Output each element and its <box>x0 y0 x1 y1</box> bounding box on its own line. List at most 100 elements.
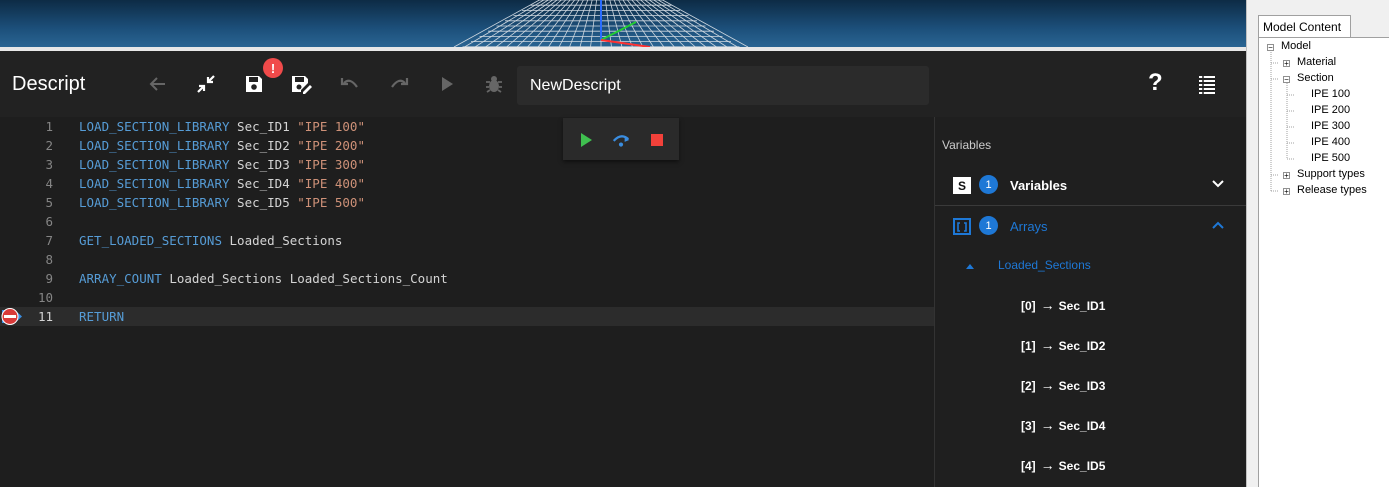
array-index: [1] <box>1021 339 1036 353</box>
arrow-right-icon: → <box>1040 377 1055 393</box>
keyword: LOAD_SECTION_LIBRARY <box>79 157 230 172</box>
tree-item-support-types[interactable]: Support types <box>1297 168 1365 180</box>
identifier: Sec_ID3 <box>229 157 298 172</box>
app-title: Descript <box>12 73 86 95</box>
model-tree: − Model + Material − Section IPE 100 IPE… <box>1258 37 1389 487</box>
code-line[interactable]: 10 <box>0 288 934 307</box>
identifier: Loaded_Sections <box>222 233 343 248</box>
string-literal: "IPE 300" <box>297 157 365 172</box>
tree-item-ipe400[interactable]: IPE 400 <box>1311 136 1350 148</box>
save-button[interactable] <box>241 71 267 97</box>
array-index: [0] <box>1021 299 1036 313</box>
tab-model-content[interactable]: Model Content <box>1258 15 1351 37</box>
3d-viewport[interactable] <box>0 0 1246 47</box>
array-index: [4] <box>1021 459 1036 473</box>
keyword: LOAD_SECTION_LIBRARY <box>79 119 230 134</box>
code-line[interactable]: 8 <box>0 250 934 269</box>
step-over-button[interactable] <box>611 130 631 150</box>
expand-toggle[interactable]: + <box>1283 172 1290 180</box>
list-icon <box>1199 76 1215 94</box>
line-number[interactable]: 2 <box>0 136 53 155</box>
line-number[interactable]: 5 <box>0 193 53 212</box>
debug-button[interactable] <box>481 71 507 97</box>
line-number[interactable]: 10 <box>0 288 53 307</box>
continue-button[interactable] <box>576 130 596 150</box>
code-line[interactable]: 7 GET_LOADED_SECTIONS Loaded_Sections <box>0 231 934 250</box>
line-number[interactable]: 6 <box>0 212 53 231</box>
panel-title: Variables <box>942 138 992 152</box>
variables-section-label: Variables <box>1010 178 1068 193</box>
code-editor[interactable]: 1 LOAD_SECTION_LIBRARY Sec_ID1 "IPE 100" 2… <box>0 117 934 487</box>
line-number[interactable]: 9 <box>0 269 53 288</box>
array-item[interactable]: [4] → Sec_ID5 <box>1021 457 1105 473</box>
collapse-toggle[interactable]: − <box>1267 44 1274 52</box>
array-node-loaded-sections[interactable]: Loaded_Sections <box>965 257 1215 275</box>
tree-item-model[interactable]: Model <box>1281 40 1311 52</box>
code-text: LOAD_SECTION_LIBRARY Sec_ID1 "IPE 100" <box>79 117 365 136</box>
arrays-section-header[interactable]: 1 Arrays <box>935 206 1246 246</box>
code-text: LOAD_SECTION_LIBRARY Sec_ID4 "IPE 400" <box>79 174 365 193</box>
stop-button[interactable] <box>647 130 667 150</box>
array-brackets-icon <box>953 218 971 235</box>
save-edit-icon <box>292 76 312 94</box>
collapse-toggle[interactable]: − <box>1283 76 1290 84</box>
x-axis <box>600 39 651 47</box>
code-line[interactable]: 1 LOAD_SECTION_LIBRARY Sec_ID1 "IPE 100" <box>0 117 934 136</box>
code-line[interactable]: 11 RETURN <box>0 307 934 326</box>
line-number[interactable]: 7 <box>0 231 53 250</box>
string-literal: "IPE 200" <box>297 138 365 153</box>
undo-icon <box>340 78 358 88</box>
expand-toggle[interactable]: + <box>1283 60 1290 68</box>
array-item[interactable]: [1] → Sec_ID2 <box>1021 337 1105 353</box>
line-number[interactable]: 8 <box>0 250 53 269</box>
line-number[interactable]: 3 <box>0 155 53 174</box>
run-button[interactable] <box>434 71 460 97</box>
variables-section-header[interactable]: S 1 Variables <box>935 165 1246 205</box>
tree-item-ipe200[interactable]: IPE 200 <box>1311 104 1350 116</box>
code-text: LOAD_SECTION_LIBRARY Sec_ID5 "IPE 500" <box>79 193 365 212</box>
variables-count-badge: 1 <box>979 175 998 194</box>
arrays-section-label: Arrays <box>1010 219 1048 234</box>
array-item[interactable]: [3] → Sec_ID4 <box>1021 417 1105 433</box>
tree-item-ipe100[interactable]: IPE 100 <box>1311 88 1350 100</box>
play-icon <box>581 133 592 147</box>
undo-button[interactable] <box>337 71 363 97</box>
tree-item-release-types[interactable]: Release types <box>1297 184 1367 196</box>
save-as-button[interactable] <box>288 71 314 97</box>
string-literal: "IPE 400" <box>297 176 365 191</box>
script-name-field[interactable]: NewDescript <box>517 66 929 105</box>
collapse-button[interactable] <box>193 71 219 97</box>
line-number[interactable]: 4 <box>0 174 53 193</box>
array-value: Sec_ID5 <box>1058 459 1106 473</box>
list-view-button[interactable] <box>1194 71 1220 97</box>
array-value: Sec_ID3 <box>1058 379 1106 393</box>
code-line[interactable]: 9 ARRAY_COUNT Loaded_Sections Loaded_Sect… <box>0 269 934 288</box>
arrow-right-icon: → <box>1040 417 1055 433</box>
code-line[interactable]: 3 LOAD_SECTION_LIBRARY Sec_ID3 "IPE 300" <box>0 155 934 174</box>
code-text: ARRAY_COUNT Loaded_Sections Loaded_Secti… <box>79 269 448 288</box>
array-item[interactable]: [2] → Sec_ID3 <box>1021 377 1105 393</box>
redo-button[interactable] <box>386 71 412 97</box>
code-line[interactable]: 2 LOAD_SECTION_LIBRARY Sec_ID2 "IPE 200" <box>0 136 934 155</box>
tree-item-ipe300[interactable]: IPE 300 <box>1311 120 1350 132</box>
help-button[interactable]: ? <box>1148 69 1163 97</box>
array-item[interactable]: [0] → Sec_ID1 <box>1021 297 1105 313</box>
arrays-count-badge: 1 <box>979 216 998 235</box>
array-index: [3] <box>1021 419 1036 433</box>
expand-toggle[interactable]: + <box>1283 188 1290 196</box>
play-icon <box>442 77 453 91</box>
toolbar: Descript ! NewDescript ? <box>0 51 1246 117</box>
model-content-panel: Model Content − Model + Material − Secti… <box>1246 0 1389 487</box>
tree-item-ipe500[interactable]: IPE 500 <box>1311 152 1350 164</box>
identifier: Loaded_Sections Loaded_Sections_Count <box>161 271 448 286</box>
code-line[interactable]: 6 <box>0 212 934 231</box>
scalar-icon: S <box>953 177 971 194</box>
code-line[interactable]: 5 LOAD_SECTION_LIBRARY Sec_ID5 "IPE 500" <box>0 193 934 212</box>
tree-item-material[interactable]: Material <box>1297 56 1336 68</box>
code-line[interactable]: 4 LOAD_SECTION_LIBRARY Sec_ID4 "IPE 400" <box>0 174 934 193</box>
line-number[interactable]: 1 <box>0 117 53 136</box>
keyword: LOAD_SECTION_LIBRARY <box>79 176 230 191</box>
back-button[interactable] <box>145 71 171 97</box>
breakpoint-arrow-icon[interactable] <box>0 307 24 326</box>
tree-item-section[interactable]: Section <box>1297 72 1334 84</box>
